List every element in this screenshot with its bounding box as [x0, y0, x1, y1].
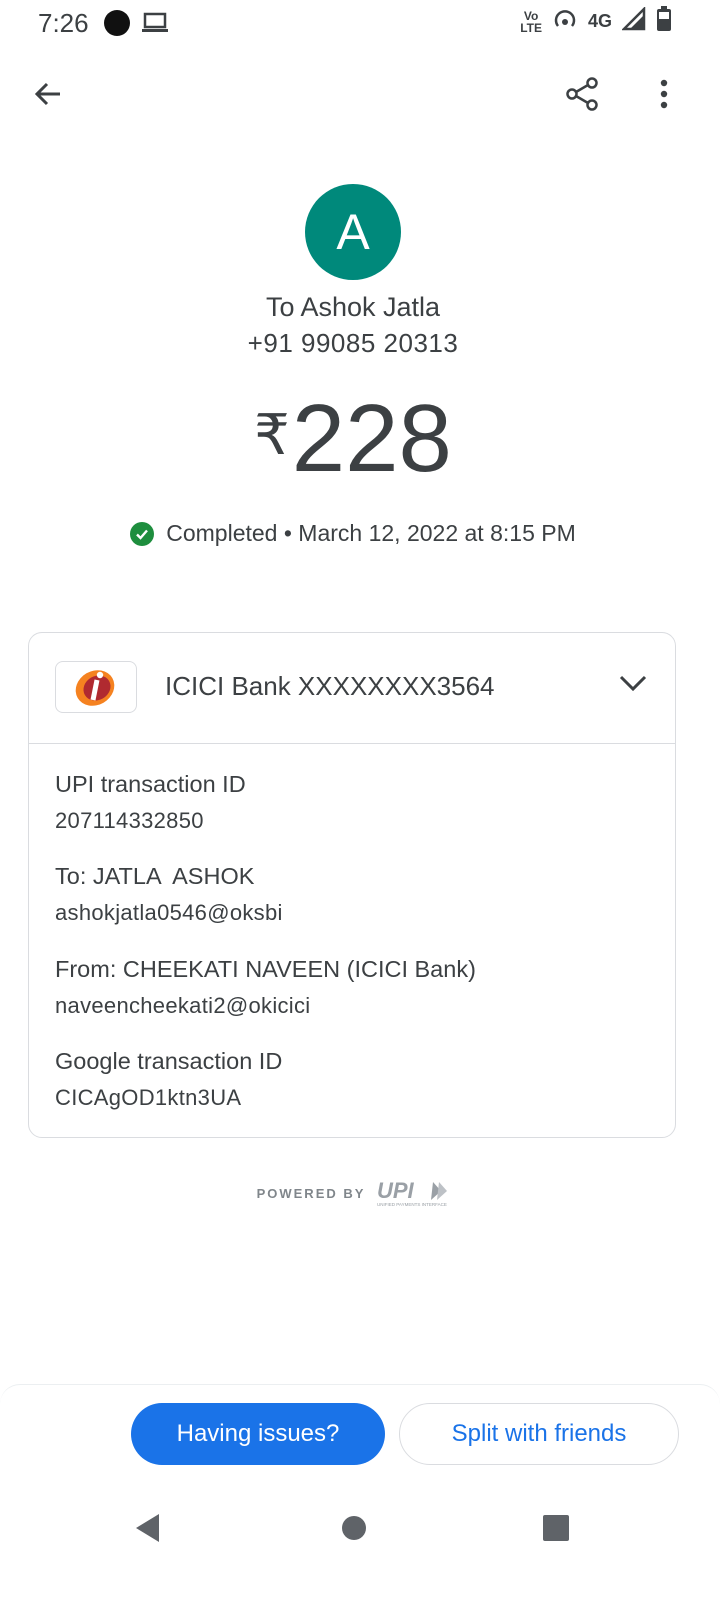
- to-account: To: JATLA ASHOK ashokjatla0546@oksbi: [55, 863, 283, 926]
- from-account: From: CHEEKATI NAVEEN (ICICI Bank) navee…: [55, 956, 476, 1019]
- share-button[interactable]: [554, 66, 610, 122]
- having-issues-button[interactable]: Having issues?: [131, 1403, 385, 1465]
- detail-value: 207114332850: [55, 808, 204, 833]
- detail-label: UPI transaction ID: [55, 771, 246, 797]
- bank-account-label: ICICI Bank XXXXXXXX3564: [165, 671, 495, 701]
- chevron-down-icon[interactable]: [619, 669, 647, 702]
- signal-icon: [620, 5, 646, 36]
- icici-logo-icon: [55, 661, 137, 713]
- bank-account-row[interactable]: ICICI Bank XXXXXXXX3564: [29, 633, 675, 744]
- google-transaction-id: Google transaction ID CICAgOD1ktn3UA: [55, 1048, 282, 1111]
- powered-by-label: POWERED BY: [256, 1185, 366, 1201]
- notification-dot-icon: [104, 10, 130, 36]
- volte-indicator: Vo LTE: [520, 8, 542, 35]
- more-vert-icon: [660, 79, 668, 109]
- detail-value: CICAgOD1ktn3UA: [55, 1085, 242, 1110]
- nav-home-icon: [342, 1516, 366, 1540]
- split-with-friends-button[interactable]: Split with friends: [399, 1403, 679, 1465]
- status-time: 7:26: [38, 8, 89, 38]
- detail-label: To: JATLA ASHOK: [55, 863, 255, 889]
- back-button[interactable]: [20, 66, 76, 122]
- detail-value: ashokjatla0546@oksbi: [55, 900, 283, 925]
- upi-transaction-id: UPI transaction ID 207114332850: [55, 771, 246, 834]
- currency-symbol: ₹: [254, 403, 290, 466]
- nav-home-button[interactable]: [330, 1504, 378, 1552]
- recipient-name: To Ashok Jatla: [265, 292, 441, 322]
- laptop-icon: [142, 12, 168, 39]
- nav-back-icon: [136, 1514, 159, 1542]
- status-icons: Vo LTE 4G: [520, 5, 672, 37]
- detail-label: From: CHEEKATI NAVEEN (ICICI Bank): [55, 956, 476, 982]
- upi-logo-icon: UPI UNIFIED PAYMENTS INTERFACE: [377, 1178, 448, 1207]
- more-options-button[interactable]: [636, 66, 692, 122]
- transaction-details-card: ICICI Bank XXXXXXXX3564 UPI transaction …: [28, 632, 676, 1138]
- amount: ₹228: [0, 384, 706, 494]
- recipient-phone: +91 99085 20313: [247, 328, 459, 358]
- battery-icon: [656, 6, 672, 37]
- transaction-status: Completed • March 12, 2022 at 8:15 PM: [0, 520, 706, 547]
- hotspot-icon: [552, 8, 578, 35]
- detail-label: Google transaction ID: [55, 1048, 283, 1074]
- svg-text:UPI: UPI: [377, 1178, 415, 1203]
- nav-recents-icon: [543, 1515, 569, 1541]
- status-text: Completed • March 12, 2022 at 8:15 PM: [166, 520, 576, 546]
- nav-recents-button[interactable]: [532, 1504, 580, 1552]
- network-type: 4G: [587, 11, 612, 31]
- share-icon: [566, 77, 598, 111]
- amount-value: 228: [291, 385, 452, 492]
- check-circle-icon: [130, 521, 155, 546]
- detail-value: naveencheekati2@okicici: [55, 993, 311, 1018]
- back-arrow-icon: [34, 82, 60, 106]
- powered-by-upi: POWERED BY UPI UNIFIED PAYMENTS INTERFAC…: [0, 1178, 706, 1208]
- avatar: A: [305, 184, 401, 280]
- svg-text:UNIFIED PAYMENTS INTERFACE: UNIFIED PAYMENTS INTERFACE: [377, 1202, 447, 1207]
- nav-back-button[interactable]: [124, 1504, 172, 1552]
